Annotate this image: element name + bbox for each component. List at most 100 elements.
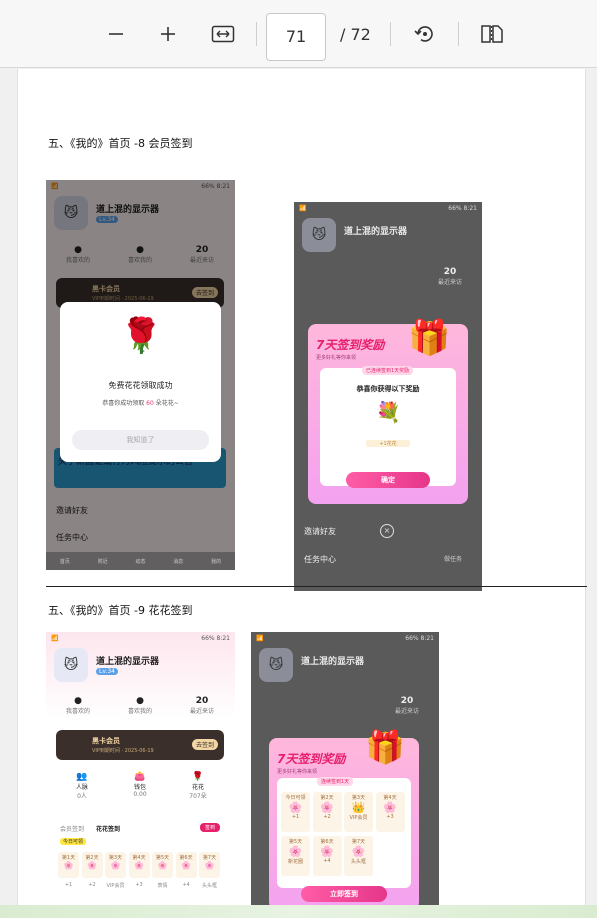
day-label: 第7天: [202, 855, 217, 861]
flower-icon: 🌸: [87, 861, 97, 870]
modal-title: 免费花花领取成功: [108, 381, 173, 390]
feature-flowers[interactable]: 🌹 花花 707朵: [180, 772, 216, 800]
page-number-input[interactable]: 71: [266, 13, 326, 61]
flower-icon: 🌸: [63, 861, 74, 870]
flower-icon: 💐: [376, 400, 401, 424]
plus-icon: [161, 27, 175, 41]
username: 道上混的显示器: [301, 657, 365, 667]
rotate-button[interactable]: [411, 20, 439, 48]
signin-panel: 会员签到 花花签到 签到 今日可领 第1天 🌸 +1 第2天 🌸 +2 第3天 🌸 VIP会员第…: [54, 818, 226, 906]
day-cell[interactable]: 第1天 🌸: [58, 852, 79, 878]
zoom-out-button[interactable]: [102, 20, 130, 48]
reward-subtitle: 更多好礼等你来领: [316, 355, 357, 361]
flower-icon: 🌸: [320, 801, 334, 814]
day-cell[interactable]: 第2天 🌸: [81, 852, 103, 878]
tab-flower-signin[interactable]: 花花签到: [96, 824, 120, 833]
avatar: 😼: [54, 648, 88, 682]
reward-value: +4: [323, 858, 331, 864]
screenshot-member-signin: 📶 66% 8:21 😼 道上混的显示器 Lv.34 ● 我喜欢的 ● 喜欢我的 20…: [46, 180, 235, 570]
status-bar: 📶 66% 8:21: [299, 204, 477, 212]
got-it-button[interactable]: 我知道了: [72, 430, 209, 450]
day-row: 第1天 🌸 +1 第2天 🌸 +2 第3天 🌸 VIP会员 第4天 🌸 +3 第5天 🌸 表情 第6天 🌸 +4 第…: [58, 852, 222, 892]
modal-message: 恭喜你成功领取 60 朵花花~: [102, 400, 179, 407]
fit-width-button[interactable]: [209, 20, 237, 48]
reward-cell[interactable]: 第6天 🌸 +4: [312, 836, 342, 876]
reward-title: 7天签到奖励: [277, 752, 346, 766]
feature-contacts[interactable]: 👥 人脉 0人: [64, 772, 100, 800]
reward-value: +3: [386, 814, 394, 820]
day-cell[interactable]: 第6天 🌸: [175, 852, 197, 878]
invite-friends[interactable]: 邀请好友: [304, 526, 336, 537]
section-heading: 五、《我的》首页 -8 会员签到: [48, 137, 193, 150]
two-page-button[interactable]: [478, 20, 506, 48]
tab-home[interactable]: 首页: [60, 558, 70, 565]
reward-cell[interactable]: 今日可领 🌸 +1: [281, 792, 310, 832]
stat-visitors: 20 最近来访: [437, 267, 462, 286]
flower-icon: 🌸: [157, 861, 168, 870]
level-badge: Lv.34: [96, 668, 118, 675]
reward-item: +1花花: [366, 440, 410, 447]
rotate-icon: [414, 26, 433, 42]
flower-icon: 🌸: [288, 801, 303, 814]
section-divider: [46, 586, 587, 587]
day-label: 第6天: [179, 855, 193, 861]
day-cell[interactable]: 第7天 🌸: [199, 852, 220, 878]
page-total-label: / 72: [340, 25, 371, 44]
reward-panel: 已连续签到1天奖励 恭喜你获得以下奖励 💐 +1花花: [320, 366, 456, 486]
feature-wallet[interactable]: 👛 钱包 0.00: [122, 772, 158, 798]
reward-day-label: 第6天: [320, 839, 334, 845]
username: 道上混的显示器: [96, 657, 160, 667]
day-cell[interactable]: 第5天 🌸: [152, 852, 173, 878]
day-reward: +2: [88, 882, 96, 888]
day-label: 第4天: [132, 855, 146, 861]
signin-button[interactable]: 签到: [199, 823, 220, 832]
task-link[interactable]: 做任务: [444, 554, 462, 563]
day-cell[interactable]: 第4天 🌸: [128, 852, 150, 878]
day-label: 第5天: [155, 855, 170, 861]
confirm-button[interactable]: 确定: [346, 472, 430, 488]
tab-messages[interactable]: 消息: [173, 558, 183, 565]
reward-day-label: 今日可领: [285, 795, 306, 801]
reward-day-label: 第3天: [351, 795, 366, 801]
reward-cell[interactable]: 第4天 🌸 +3: [375, 792, 405, 832]
sign-now-button[interactable]: 立即签到: [301, 886, 387, 902]
pdf-page: 五、《我的》首页 -8 会员签到 📶 66% 8:21 😼 道上混的显示器 Lv.…: [17, 69, 587, 918]
today-badge: 今日可领: [60, 838, 87, 845]
reward-value: +2: [323, 814, 331, 820]
reward-day-label: 第2天: [320, 795, 334, 801]
day-label: 第3天: [108, 855, 123, 861]
flower-icon: 🌸: [288, 845, 303, 858]
reward-cell[interactable]: 第3天 👑 VIP会员: [344, 792, 373, 832]
day-reward: +4: [182, 882, 190, 888]
reward-cell[interactable]: 第5天 🌸 新花圈: [281, 836, 310, 876]
task-center[interactable]: 任务中心: [304, 554, 336, 565]
taskbar-edge: [0, 905, 597, 918]
zoom-in-button[interactable]: [154, 20, 182, 48]
reward-cell[interactable]: 第2天 🌸 +2: [312, 792, 342, 832]
day-cell[interactable]: 第3天 🌸: [105, 852, 126, 878]
close-icon[interactable]: ×: [380, 524, 394, 538]
status-bar: 📶 66% 8:21: [51, 634, 230, 642]
screenshot-flower-reward: 📶 66% 8:21 😼 道上混的显示器 20 最近来访 7天签到奖励 更多好礼等你…: [251, 632, 439, 918]
tab-me[interactable]: 我的: [211, 558, 221, 565]
day-reward: +3: [135, 882, 143, 888]
tab-member-signin[interactable]: 会员签到: [60, 824, 84, 833]
reward-badge: 连续签到1天: [317, 777, 354, 786]
reward-message: 恭喜你获得以下奖励: [356, 385, 420, 393]
reward-cell[interactable]: 第7天 🌸 头头框: [344, 836, 373, 876]
vip-signin-button[interactable]: 去签到: [191, 739, 218, 750]
tab-feed[interactable]: 动态: [135, 558, 145, 565]
document-viewport[interactable]: 五、《我的》首页 -8 会员签到 📶 66% 8:21 😼 道上混的显示器 Lv.…: [0, 69, 597, 918]
rose-icon: 🌹: [120, 316, 163, 356]
day-reward: +1: [64, 882, 73, 888]
status-bar: 📶 66% 8:21: [256, 634, 434, 642]
flower-icon: 🌸: [204, 861, 215, 870]
two-page-icon: [481, 25, 503, 43]
toolbar-separator: [390, 22, 391, 46]
gift-box-icon: 🎁: [408, 318, 451, 358]
day-reward: VIP会员: [106, 883, 125, 889]
reward-subtitle: 更多好礼等你来领: [277, 769, 318, 775]
tab-nearby[interactable]: 附近: [98, 558, 108, 565]
pdf-toolbar: 71 / 72: [0, 0, 597, 68]
reward-day-label: 第7天: [351, 839, 366, 845]
